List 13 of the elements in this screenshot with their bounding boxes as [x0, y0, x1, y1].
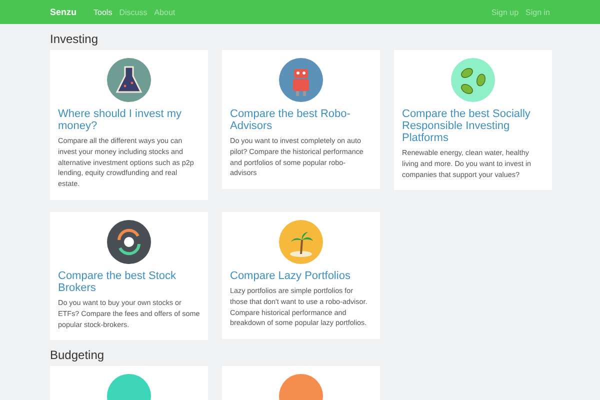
- robot-icon: [279, 58, 323, 102]
- card-title[interactable]: Compare Lazy Portfolios: [230, 270, 372, 282]
- section-heading: Investing: [50, 32, 100, 46]
- leaves-icon: [451, 58, 495, 102]
- nav-link[interactable]: Tools: [94, 8, 112, 16]
- card-title[interactable]: Compare the best Socially Responsible Investing Platforms: [402, 108, 544, 144]
- card-title[interactable]: Compare the best Robo-Advisors: [230, 108, 372, 132]
- palm-tree-icon: [279, 220, 323, 264]
- section-heading: Budgeting: [50, 348, 106, 362]
- card-title[interactable]: Compare the best Stock Brokers: [58, 270, 200, 294]
- brand-logo[interactable]: Senzu: [50, 7, 77, 17]
- card-title[interactable]: Where should I invest my money?: [58, 108, 200, 132]
- flask-icon: [107, 58, 151, 102]
